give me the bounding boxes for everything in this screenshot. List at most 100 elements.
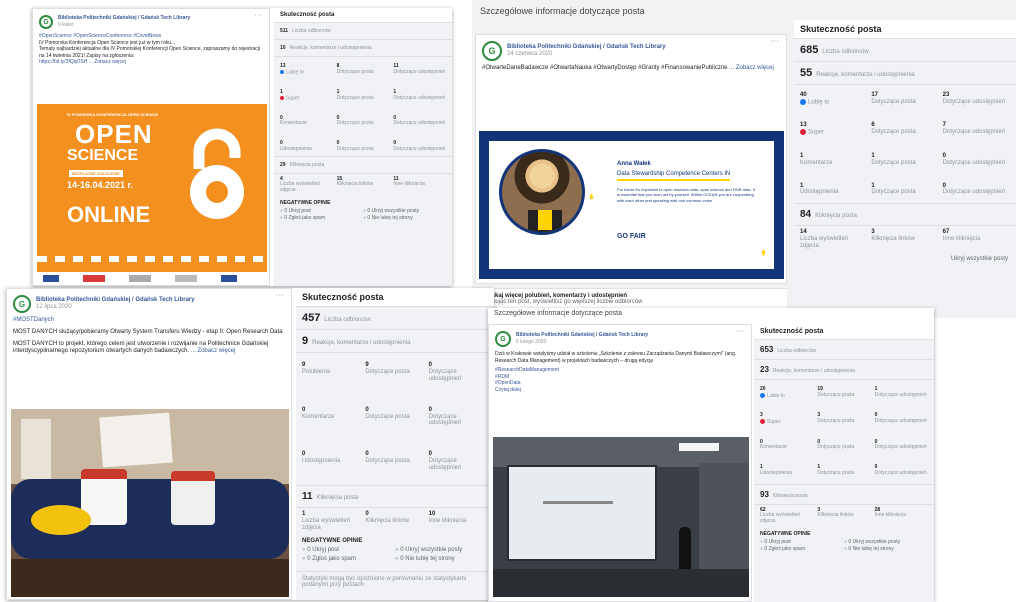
page-logo[interactable]: G: [39, 15, 53, 29]
stat-cell: 1 Dotyczące posta: [871, 182, 916, 196]
post-stats-panel: Skuteczność posta 685 Liczba odbiorców 55…: [794, 20, 1016, 318]
see-more-link[interactable]: ... Zobacz więcej: [89, 59, 126, 65]
reach-count: 511 Liczba odbiorców: [274, 23, 452, 40]
page-name[interactable]: Biblioteka Politechniki Gdańskiej / Gdań…: [507, 44, 666, 51]
open-access-lock-icon: [190, 128, 244, 219]
card-name: Anna Wałek: [617, 161, 651, 167]
stat-cell: 1 Dotyczące udostępnień: [874, 386, 927, 398]
stat-cell: 0 Komentarze: [302, 406, 335, 420]
stat-cell: 0 Dotyczące udostępnień: [428, 406, 462, 427]
post-text: #MOSTDanych MOST DANYCH służący/pobieram…: [7, 316, 291, 357]
stat-cell: 0 Udostępnienia: [302, 451, 341, 465]
stats-title: Skuteczność posta: [296, 288, 494, 307]
post-date[interactable]: 12 lipca 2020: [36, 304, 195, 311]
hashtag[interactable]: #Granty: [638, 65, 659, 71]
post-date[interactable]: 24 czerwca 2020: [507, 51, 666, 58]
hashtag[interactable]: #OtwartaNauka: [550, 65, 592, 71]
page-logo[interactable]: G: [482, 41, 502, 61]
stat-cell: 0 Dotyczące udostępnień: [428, 451, 462, 472]
engagement-value: 23: [760, 365, 769, 374]
stat-cell: 1 Dotyczące posta: [817, 464, 855, 476]
cta-text: Promując ten post, wyświetlisz go większ…: [481, 299, 643, 305]
clicks-label: Kliknięcia posta: [815, 213, 857, 220]
reach-value: 685: [800, 44, 819, 56]
more-dots-icon[interactable]: ···: [771, 39, 780, 45]
quote-card-image[interactable]: ❛ Anna Wałek Data Stewardship Competence…: [479, 131, 784, 279]
quote-close-icon: ❜: [761, 248, 766, 264]
post-link[interactable]: https://bit.ly/3fQqOSH: [39, 59, 87, 65]
clicks-label: Kliknięcia posta: [772, 492, 808, 499]
like-icon: [800, 98, 806, 105]
stat-cell: 0 Komentarze: [760, 438, 787, 451]
stat-cell: 0 Dotyczące udostępnień: [393, 140, 446, 152]
post-insight-screenshot-1: G Biblioteka Politechniki Gdańskiej / Gd…: [32, 8, 452, 286]
insights-caption: Szczegółowe informacje dotyczące posta: [494, 310, 623, 317]
hashtag[interactable]: #OtwartyDostęp: [593, 65, 636, 71]
hashtag[interactable]: #MOSTDanych: [13, 317, 285, 325]
card-logo: GO FAIR: [617, 233, 646, 240]
stat-cell: 0 Dotyczące posta: [365, 451, 410, 465]
clicks-label: Kliknięcia posta: [289, 161, 325, 168]
more-dots-icon[interactable]: ···: [737, 329, 745, 335]
reach-value: 457: [302, 312, 321, 324]
hashtag[interactable]: #FinansowaniePubliczne: [661, 65, 727, 71]
post-date[interactable]: 6 lutego 2020: [516, 339, 648, 345]
see-more-link[interactable]: ... Zobacz więcej: [191, 348, 236, 354]
stat-cell: 1 Komentarze: [800, 152, 833, 166]
more-dots-icon[interactable]: ···: [276, 293, 285, 299]
stat-cell: 6 Dotyczące posta: [871, 122, 916, 136]
reach-label: Liczba odbiorców: [777, 348, 816, 354]
stat-cell: 3 Dotyczące posta: [817, 412, 855, 425]
stat-cell: 0 Dotyczące posta: [817, 438, 855, 451]
engagement-label: Reakcje, komentarze i udostępnienia: [816, 72, 915, 78]
stat-cell: 23 Dotyczące udostępnień: [942, 92, 1006, 105]
post-photo[interactable]: [11, 409, 289, 597]
hashtag[interactable]: #OtwarteDaneBadawcze: [482, 65, 548, 71]
page-name[interactable]: Biblioteka Politechniki Gdańskiej / Gdań…: [58, 15, 190, 22]
post-date[interactable]: 9 kwiet: [58, 22, 190, 28]
reach-label: Liczba odbiorców: [822, 49, 869, 55]
negative-title: NEGATYWNE OPINIE: [760, 530, 811, 537]
engagement-label: Reakcje, komentarze i udostępnienia: [772, 368, 855, 374]
page-logo[interactable]: G: [13, 295, 31, 313]
post-text: #OpenScience #OpenScienceConference #Cov…: [33, 32, 269, 67]
stat-cell: 1 Dotyczące udostępnień: [393, 88, 446, 101]
stat-cell: 0 Dotyczące udostępnień: [393, 114, 446, 127]
banner-open: OPEN: [75, 119, 153, 149]
clicks-label: Kliknięcia posta: [316, 495, 359, 502]
post-photo[interactable]: [493, 437, 749, 597]
engagement-value: 55: [800, 67, 813, 79]
stat-cell: 40 Lubię to: [800, 92, 830, 106]
text-line: Tematy najbardziej aktualne dla IV Pomor…: [39, 46, 260, 59]
clicks-grid: 1 Liczba wyświetleń zdjęcia 0 Kliknięcia l…: [302, 511, 467, 531]
banner-science: SCIENCE: [67, 147, 139, 164]
page-name[interactable]: Biblioteka Politechniki Gdańskiej / Gdań…: [36, 297, 195, 304]
clicks-count: 11 Kliknięcia posta: [296, 485, 494, 509]
stat-cell: 0 Dotyczące udostępnień: [428, 362, 462, 382]
stat-cell: 1 Udostępnienia: [800, 182, 839, 196]
sponsor-logos: [43, 275, 263, 283]
stat-cell: 9 Polubienia: [302, 362, 331, 375]
love-icon: [800, 129, 806, 136]
more-dots-icon[interactable]: ···: [255, 13, 263, 19]
post-card: G Biblioteka Politechniki Gdańskiej / Gd…: [6, 288, 292, 600]
stat-cell: 8 Dotyczące posta: [336, 63, 374, 75]
see-more-link[interactable]: Czytaj dalej: [495, 387, 745, 394]
stat-cell: 1 Dotyczące posta: [871, 152, 916, 166]
stat-cell: 0 Dotyczące udostępnień: [874, 464, 927, 476]
post-insight-screenshot-3: G Biblioteka Politechniki Gdańskiej / Gd…: [6, 288, 494, 600]
reactions-grid: 40 Lubię to 17 Dotyczące posta 23 Dotyczące…: [794, 85, 1016, 199]
post-header: G Biblioteka Politechniki Gdańskiej / Gd…: [476, 35, 786, 64]
see-more-link[interactable]: ... Zobacz więcej: [729, 65, 774, 71]
stats-footer-note: Statystyki mogą być opóźnione w porównan…: [296, 570, 494, 592]
event-banner[interactable]: IV POMORSKA KONFERENCJA OPEN SCIENCE OPE…: [37, 104, 267, 272]
reactions-grid: 9 Polubienia 9 Dotyczące posta 0 Dotyczące …: [296, 353, 494, 475]
clicks-count: 93 Kliknięcia posta: [754, 483, 934, 505]
stat-cell: 1 Super: [280, 88, 300, 101]
post-insight-screenshot-2: Szczegółowe informacje dotyczące posta G…: [472, 0, 1016, 318]
stat-cell: 3 Super: [760, 412, 781, 425]
banner-mid: BEZPŁATNE SZKOLENIE: [69, 170, 123, 177]
post-card: G Biblioteka Politechniki Gdańskiej / Gd…: [32, 8, 270, 286]
page-logo[interactable]: G: [495, 331, 511, 347]
reactions-grid: 20 Lubię to 19 Dotyczące posta 1 Dotyczące …: [754, 380, 934, 480]
